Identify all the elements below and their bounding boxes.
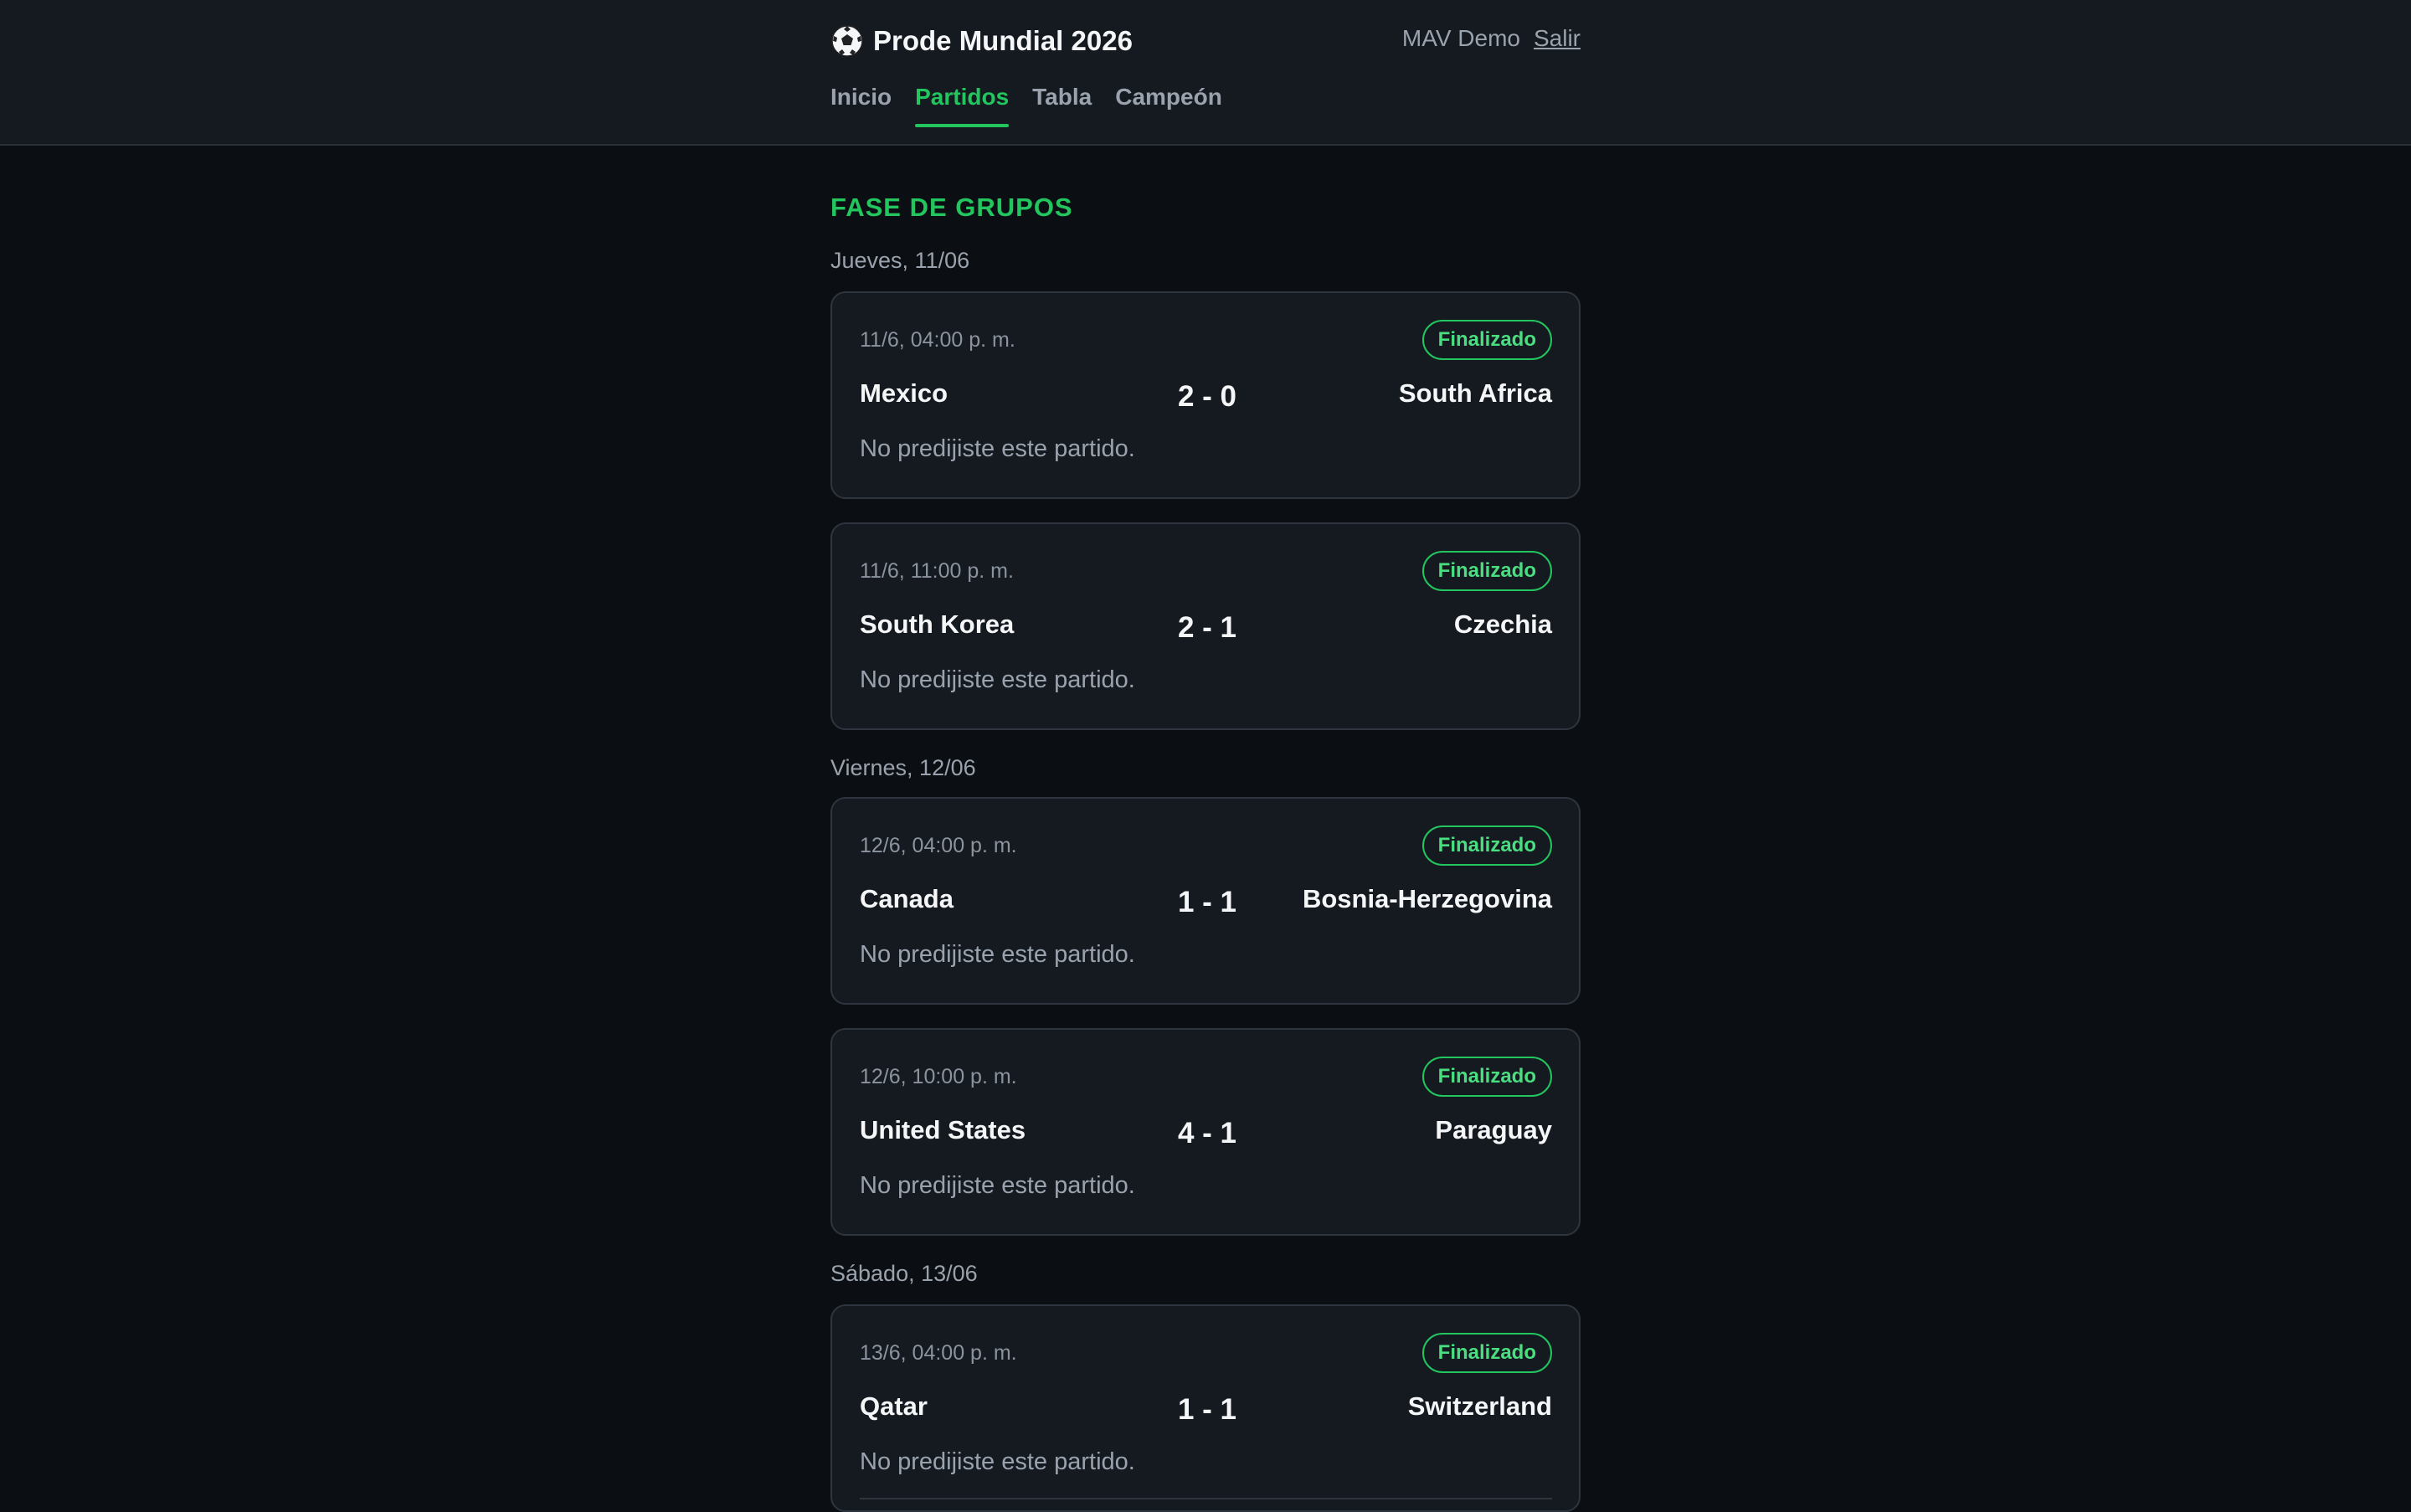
away-team: Bosnia-Herzegovina	[1302, 884, 1552, 913]
logout-link[interactable]: Salir	[1534, 25, 1581, 52]
prediction-note: No predijiste este partido.	[860, 1448, 1135, 1475]
status-badge: Finalizado	[1421, 1057, 1552, 1097]
status-badge: Finalizado	[1421, 320, 1552, 360]
main-nav: Inicio Partidos Tabla Campeón	[830, 84, 1222, 127]
away-team: Switzerland	[1407, 1391, 1552, 1421]
status-badge: Finalizado	[1421, 1333, 1552, 1373]
brand-title: Prode Mundial 2026	[873, 25, 1133, 56]
user-area: MAV Demo Salir	[1402, 25, 1581, 52]
away-team: South Africa	[1398, 378, 1552, 408]
nav-tabla[interactable]: Tabla	[1032, 84, 1092, 127]
prediction-note: No predijiste este partido.	[860, 666, 1135, 693]
match-card[interactable]: 12/6, 04:00 p. m. Finalizado Canada 1 - …	[830, 797, 1581, 1005]
prediction-note: No predijiste este partido.	[860, 941, 1135, 968]
day-label: Jueves, 11/06	[830, 248, 970, 273]
match-card[interactable]: 11/6, 11:00 p. m. Finalizado South Korea…	[830, 522, 1581, 730]
status-badge: Finalizado	[1421, 825, 1552, 866]
status-badge: Finalizado	[1421, 551, 1552, 591]
away-team: Paraguay	[1435, 1115, 1552, 1144]
user-name: MAV Demo	[1401, 25, 1520, 51]
nav-campeon[interactable]: Campeón	[1115, 84, 1222, 127]
app-header: Prode Mundial 2026 MAV Demo Salir Inicio…	[0, 0, 2411, 146]
nav-inicio[interactable]: Inicio	[830, 84, 892, 127]
prediction-note: No predijiste este partido.	[860, 435, 1135, 462]
match-time: 11/6, 11:00 p. m.	[860, 559, 1014, 583]
away-team: Czechia	[1453, 609, 1552, 639]
match-time: 12/6, 10:00 p. m.	[860, 1065, 1017, 1088]
match-card[interactable]: 13/6, 04:00 p. m. Finalizado Qatar 1 - 1…	[830, 1304, 1581, 1512]
soccer-ball-icon	[830, 24, 864, 58]
day-label: Viernes, 12/06	[830, 755, 976, 780]
match-card[interactable]: 11/6, 04:00 p. m. Finalizado Mexico 2 - …	[830, 291, 1581, 499]
brand[interactable]: Prode Mundial 2026	[830, 22, 1133, 60]
phase-title: FASE DE GRUPOS	[830, 193, 1073, 222]
header-inner: Prode Mundial 2026 MAV Demo Salir Inicio…	[830, 0, 1581, 144]
match-time: 11/6, 04:00 p. m.	[860, 328, 1015, 352]
prediction-note: No predijiste este partido.	[860, 1172, 1135, 1199]
card-divider	[860, 1498, 1552, 1499]
day-label: Sábado, 13/06	[830, 1261, 978, 1286]
nav-partidos[interactable]: Partidos	[915, 84, 1010, 127]
match-time: 13/6, 04:00 p. m.	[860, 1341, 1017, 1365]
match-time: 12/6, 04:00 p. m.	[860, 834, 1017, 857]
match-card[interactable]: 12/6, 10:00 p. m. Finalizado United Stat…	[830, 1028, 1581, 1236]
